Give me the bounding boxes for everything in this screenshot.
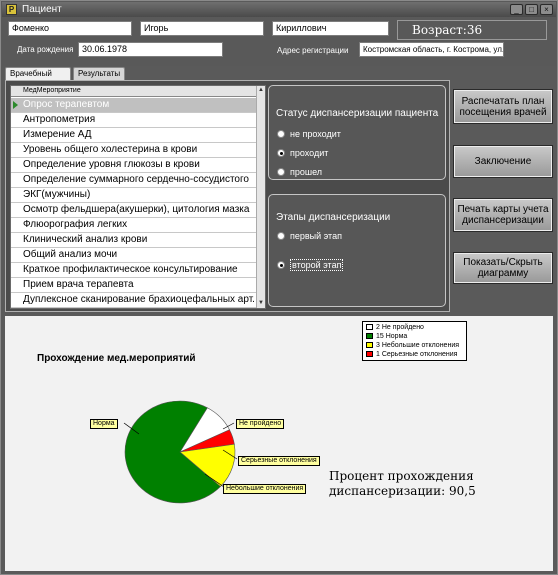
- radio-icon[interactable]: [277, 168, 285, 176]
- tab-results[interactable]: Результаты: [73, 67, 125, 80]
- procedure-row[interactable]: Уровень общего холестерина в крови: [11, 143, 257, 158]
- column-header-procedure[interactable]: МедМероприятие: [11, 86, 257, 97]
- medical-plan-panel: МедМероприятие Опрос терапевтом Антропоме…: [5, 80, 450, 312]
- procedure-row[interactable]: Общий анализ мочи: [11, 248, 257, 263]
- procedure-row[interactable]: Дуплексное сканирование брахиоцефальных …: [11, 293, 257, 308]
- procedures-grid[interactable]: МедМероприятие Опрос терапевтом Антропоме…: [10, 85, 266, 309]
- status-passing-option[interactable]: проходит: [277, 148, 328, 158]
- procedures-scrollbar[interactable]: ▲ ▼: [256, 86, 265, 308]
- window-title: Пациент: [22, 4, 62, 15]
- radio-checked-icon[interactable]: [277, 149, 285, 157]
- procedure-row[interactable]: Прием врача терапевта: [11, 278, 257, 293]
- status-not-passing-option[interactable]: не проходит: [277, 129, 341, 139]
- procedure-label: Опрос терапевтом: [23, 99, 110, 110]
- stage-first-option[interactable]: первый этап: [277, 231, 342, 241]
- title-bar[interactable]: P Пациент _ □ ×: [2, 2, 556, 17]
- app-icon: P: [6, 4, 17, 15]
- conclusion-button[interactable]: Заключение: [453, 145, 553, 178]
- procedure-label: Флюорография легких: [23, 219, 128, 230]
- procedure-row[interactable]: Краткое профилактическое консультировани…: [11, 263, 257, 278]
- age-label: Возраст:: [412, 23, 467, 37]
- birth-date-label: Дата рождения: [17, 45, 74, 54]
- procedure-label: Дуплексное сканирование брахиоцефальных …: [23, 294, 255, 305]
- minimize-icon[interactable]: _: [510, 4, 523, 15]
- status-passed-option[interactable]: прошел: [277, 167, 322, 177]
- age-display: Возраст:36: [397, 20, 547, 40]
- callout-minor: Небольшие отклонения: [223, 484, 307, 494]
- patient-window: P Пациент _ □ × Фоменко Игорь Кириллович…: [0, 0, 558, 575]
- callout-not-passed: Не пройдено: [236, 419, 285, 429]
- procedure-label: Прием врача терапевта: [23, 279, 134, 290]
- stage-group: Этапы диспансеризации первый этап второй…: [268, 194, 446, 307]
- print-plan-button[interactable]: Распечатать план посещения врачей: [453, 89, 553, 124]
- procedure-label: Определение уровня глюкозы в крови: [23, 159, 200, 170]
- procedure-label: Измерение АД: [23, 129, 92, 140]
- first-name-field[interactable]: Игорь: [140, 21, 264, 36]
- procedure-label: ЭКГ(мужчины): [23, 189, 91, 200]
- pie-chart: [123, 400, 238, 504]
- radio-checked-icon[interactable]: [277, 261, 285, 269]
- scroll-up-icon[interactable]: ▲: [257, 86, 265, 95]
- procedure-row[interactable]: Опрос терапевтом: [11, 98, 257, 113]
- age-value: 36: [466, 23, 483, 37]
- status-group: Статус диспансеризации пациента не прохо…: [268, 85, 446, 180]
- procedure-label: Краткое профилактическое консультировани…: [23, 264, 238, 275]
- address-field[interactable]: Костромская область, г. Кострома, ул. Ос: [359, 42, 504, 57]
- procedure-label: Антропометрия: [23, 114, 96, 125]
- radio-icon[interactable]: [277, 130, 285, 138]
- stage-group-title: Этапы диспансеризации: [276, 212, 391, 223]
- radio-icon[interactable]: [277, 232, 285, 240]
- procedure-row[interactable]: Осмотр фельдшера(акушерки), цитология ма…: [11, 203, 257, 218]
- procedure-label: Общий анализ мочи: [23, 249, 118, 260]
- procedure-label: Клинический анализ крови: [23, 234, 148, 245]
- procedure-label: Осмотр фельдшера(акушерки), цитология ма…: [23, 204, 250, 215]
- procedure-row[interactable]: Измерение АД: [11, 128, 257, 143]
- percent-line-1: Процент прохождения: [329, 469, 474, 483]
- row-indicator-icon: [13, 101, 18, 109]
- middle-name-field[interactable]: Кириллович: [272, 21, 389, 36]
- close-icon[interactable]: ×: [540, 4, 553, 15]
- birth-date-field[interactable]: 30.06.1978: [78, 42, 223, 57]
- toggle-chart-button[interactable]: Показать/Скрыть диаграмму: [453, 252, 553, 284]
- callout-serious: Серьезные отклонения: [238, 456, 320, 466]
- procedure-row[interactable]: Клинический анализ крови: [11, 233, 257, 248]
- procedure-row[interactable]: Флюорография легких: [11, 218, 257, 233]
- procedure-label: Уровень общего холестерина в крови: [23, 144, 198, 155]
- status-group-title: Статус диспансеризации пациента: [276, 108, 439, 119]
- procedure-row[interactable]: Определение суммарного сердечно-сосудист…: [11, 173, 257, 188]
- percent-line-2: диспансеризации: 90,5: [329, 484, 476, 498]
- procedure-row[interactable]: ЭКГ(мужчины): [11, 188, 257, 203]
- maximize-icon[interactable]: □: [525, 4, 538, 15]
- tab-medical-plan[interactable]: Врачебный план: [5, 67, 71, 90]
- procedure-label: Определение суммарного сердечно-сосудист…: [23, 174, 249, 185]
- last-name-field[interactable]: Фоменко: [8, 21, 132, 36]
- procedure-row[interactable]: Определение уровня глюкозы в крови: [11, 158, 257, 173]
- completion-percent-text: Процент прохождения диспансеризации: 90,…: [329, 469, 476, 499]
- scroll-down-icon[interactable]: ▼: [257, 299, 265, 308]
- callout-norm: Норма: [90, 419, 118, 429]
- procedure-row[interactable]: Антропометрия: [11, 113, 257, 128]
- stage-second-option[interactable]: второй этап: [277, 259, 344, 271]
- print-card-button[interactable]: Печать карты учета диспансеризации: [453, 198, 553, 232]
- address-label: Адрес регистрации: [277, 46, 349, 55]
- chart-area: 2 Не пройдено 15 Норма 3 Небольшие откло…: [5, 316, 553, 571]
